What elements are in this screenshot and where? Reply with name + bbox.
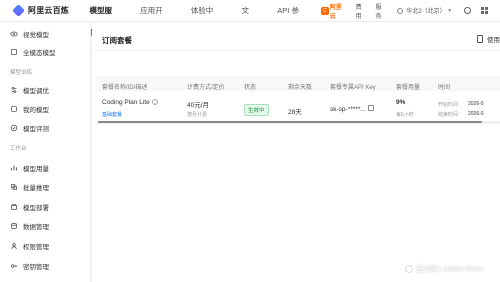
- sidebar-item-label: 我的模型: [23, 107, 49, 114]
- column-header-pricing: 计费方式/定价: [187, 85, 225, 91]
- copy-icon[interactable]: [368, 105, 374, 111]
- nav-docs[interactable]: 文档: [241, 0, 256, 37]
- start-time-label: 开始时间: [438, 102, 459, 108]
- nav-api-reference[interactable]: API 参考: [277, 0, 306, 37]
- nav-model-service[interactable]: 模型服务: [90, 0, 120, 37]
- sidebar-item-vision-model[interactable]: 视觉模型: [10, 28, 49, 40]
- days-remaining: 28天: [288, 109, 302, 116]
- promo-text: 阿里云: [329, 4, 342, 20]
- sidebar-item-label: 全模态模型: [23, 50, 56, 57]
- column-header-usage: 套餐用量: [396, 85, 421, 91]
- sidebar-section-workbench: 工作台: [10, 146, 27, 152]
- aliyun-promo[interactable]: C 阿里云: [321, 2, 347, 20]
- sidebar-item-label: 模型评测: [23, 126, 49, 133]
- eye-icon: [10, 30, 18, 38]
- sidebar-item-label: 权限管理: [23, 244, 49, 251]
- usage-doc-button[interactable]: 使用: [477, 34, 500, 44]
- chevron-down-icon: ▼: [447, 7, 453, 14]
- database-icon: [10, 222, 18, 230]
- sidebar-item-usage[interactable]: 模型用量: [10, 162, 49, 174]
- usage-doc-label: 使用: [487, 37, 500, 44]
- end-time-label: 结束时间: [438, 112, 459, 118]
- sidebar-item-my-models[interactable]: 我的模型: [10, 103, 49, 115]
- sidebar-item-label: 模型用量: [23, 166, 49, 173]
- sidebar-item-evaluation[interactable]: 模型评测: [10, 122, 49, 134]
- watermark: 蓝点网 Landian.News: [405, 264, 483, 274]
- api-key-value: sk-sp-*****...: [330, 106, 366, 113]
- app-logo[interactable]: 阿里云百炼: [12, 4, 90, 17]
- billing-method: 按月计费: [187, 112, 208, 118]
- watermark-text: 蓝点网 Landian.News: [416, 266, 484, 273]
- region-label: 华北2（北京）: [406, 9, 446, 15]
- user-icon: [10, 242, 18, 250]
- promo-badge: C: [321, 6, 329, 15]
- billing-link[interactable]: 费用: [356, 2, 368, 20]
- column-header-status: 状态: [244, 85, 257, 91]
- bar-chart-icon: [10, 164, 18, 172]
- sidebar-item-omni-model[interactable]: 全模态模型: [10, 46, 56, 58]
- globe-icon: [397, 7, 404, 14]
- scrollbar-thumb[interactable]: [98, 121, 482, 123]
- document-icon: [477, 35, 483, 43]
- divider: [92, 50, 500, 51]
- sidebar-item-permissions[interactable]: 权限管理: [10, 240, 49, 252]
- plan-price: 40元/月: [187, 102, 210, 109]
- gear-icon[interactable]: [464, 7, 472, 14]
- sidebar-item-data-management[interactable]: 数据管理: [10, 220, 49, 232]
- batch-icon: [10, 183, 18, 191]
- info-icon[interactable]: i: [152, 99, 158, 105]
- sidebar-item-label: 模型部署: [23, 205, 49, 212]
- tune-icon: [10, 86, 18, 94]
- plan-name: Coding Plan Lite: [102, 99, 150, 106]
- top-bar: 阿里云百炼 模型服务 应用开发 体验中心 文档 API 参考 C 阿里云 费用 …: [0, 0, 500, 37]
- nav-app-dev[interactable]: 应用开发: [140, 0, 170, 37]
- apps-grid-icon[interactable]: [481, 7, 489, 14]
- usage-window: 每5小时: [396, 112, 414, 118]
- column-header-name: 套餐名称/ID/描述: [102, 85, 148, 91]
- region-selector[interactable]: 华北2（北京） ▼: [397, 6, 452, 15]
- nav-experience-center[interactable]: 体验中心: [191, 0, 221, 37]
- service-link[interactable]: 服务: [375, 2, 387, 20]
- deploy-icon: [10, 203, 18, 211]
- column-header-api-key: 套餐专属API Key: [330, 85, 376, 91]
- usage-percent: 9%: [396, 99, 406, 106]
- sidebar-item-label: 批量推理: [23, 185, 49, 192]
- column-header-days-left: 剩余天数: [288, 85, 313, 91]
- top-right-tools: 费用 服务 华北2（北京） ▼: [348, 2, 489, 20]
- sidebar-item-deployment[interactable]: 模型部署: [10, 201, 49, 213]
- main-content: 订阅套餐 使用 套餐名称/ID/描述 计费方式/定价 状态 剩余天数 套餐专属A…: [92, 22, 500, 282]
- sidebar-item-label: 视觉模型: [23, 32, 49, 39]
- evaluate-icon: [10, 124, 18, 132]
- sidebar-item-label: 密钥管理: [23, 264, 49, 271]
- page-title: 订阅套餐: [102, 36, 132, 45]
- sidebar-item-label: 数据管理: [23, 224, 49, 231]
- column-header-time: 时间: [438, 85, 451, 91]
- sidebar-item-fine-tune[interactable]: 模型调优: [10, 84, 49, 96]
- sidebar: 视觉模型 全模态模型 模型训练 模型调优 我的模型 模型评测 工作台 模型用量 …: [0, 22, 91, 282]
- start-time-value: 2026-0: [468, 101, 484, 107]
- cube-icon: [10, 48, 18, 56]
- status-badge: 生效中: [244, 104, 269, 116]
- logo-icon: [12, 4, 25, 17]
- box-icon: [10, 105, 18, 113]
- main-nav: 模型服务 应用开发 体验中心 文档 API 参考: [90, 0, 328, 37]
- watermark-logo-icon: [405, 265, 413, 273]
- sidebar-item-label: 模型调优: [23, 88, 49, 95]
- sidebar-item-key-management[interactable]: 密钥管理: [10, 260, 49, 272]
- sidebar-item-batch-inference[interactable]: 批量推理: [10, 181, 49, 193]
- end-time-value: 2026-0: [468, 111, 484, 117]
- sidebar-section-training: 模型训练: [10, 70, 33, 76]
- logo-text: 阿里云百炼: [28, 6, 69, 15]
- key-icon: [10, 262, 18, 270]
- plan-description-link[interactable]: 基础套餐: [102, 111, 122, 118]
